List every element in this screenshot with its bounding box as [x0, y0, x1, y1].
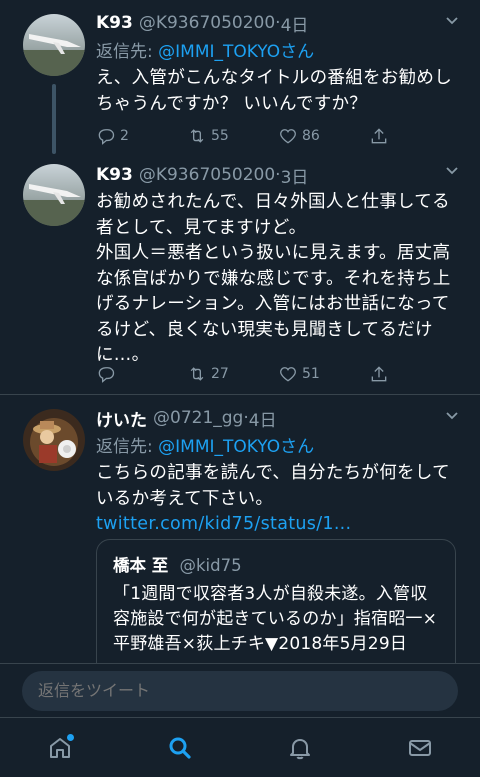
tweet-link[interactable]: twitter.com/kid75/status/1...	[96, 512, 460, 538]
text-line: な係官ばかりで嫌な感じです。それを持ち上	[96, 268, 451, 289]
reply-prefix: 返信先:	[96, 437, 159, 457]
retweet-icon	[190, 129, 204, 143]
chevron-down-icon[interactable]	[444, 407, 460, 423]
heart-icon	[280, 129, 296, 144]
text-line: 者として、見てますけど。	[96, 217, 307, 238]
timestamp[interactable]: 3日	[281, 163, 309, 188]
handle[interactable]: @0721_gg	[153, 408, 243, 428]
timestamp[interactable]: 4日	[281, 11, 309, 36]
share-icon	[371, 366, 387, 382]
handle[interactable]: @K9367050200	[139, 13, 275, 33]
reply-button[interactable]	[96, 364, 187, 384]
notification-dot	[67, 733, 74, 741]
retweet-button[interactable]: 55	[187, 126, 278, 146]
reply-composer	[0, 663, 480, 717]
action-bar: 27 51	[96, 364, 460, 384]
text-line: 「1週間で収容者3人が自殺未遂。入管収	[113, 584, 428, 604]
quoted-tweet-card[interactable]: 橋本 至 @kid75 「1週間で収容者3人が自殺未遂。入管収 容施設で何が起き…	[96, 539, 456, 663]
retweet-icon	[190, 367, 204, 381]
tweet[interactable]: K93 @K9367050200 · 4日 返信先: @IMMI_TOKYOさん…	[0, 0, 480, 158]
text-line: え、入管がこんなタイトルの番組をお勧めし	[96, 68, 452, 88]
text-line: ちゃうんですか？ いいんですか？	[96, 93, 368, 114]
tweet[interactable]: K93 @K9367050200 · 3日 お勧めされたんで、日々外国人と仕事し…	[0, 158, 480, 394]
tab-messages[interactable]	[398, 726, 442, 770]
text-line: いるか考えて下さい。	[96, 488, 274, 509]
tab-search[interactable]	[158, 726, 202, 770]
chevron-down-icon[interactable]	[444, 162, 460, 178]
display-name[interactable]: K93	[96, 165, 133, 185]
reply-icon	[98, 367, 115, 383]
tweet-text: え、入管がこんなタイトルの番組をお勧めし ちゃうんですか？ いいんですか？	[96, 66, 460, 117]
chevron-down-icon[interactable]	[444, 12, 460, 28]
text-line: るけど、良くない現実も見聞きしてるだけ	[96, 319, 433, 340]
text-line: こちらの記事を読んで、自分たちが何をして	[96, 463, 450, 483]
bell-icon	[290, 738, 310, 759]
quoted-text: 「1週間で収容者3人が自殺未遂。入管収 容施設で何が起きているのか」指宿昭一× …	[113, 582, 439, 657]
like-count: 51	[302, 366, 320, 382]
retweet-button[interactable]: 27	[187, 364, 278, 384]
like-button[interactable]: 51	[278, 364, 369, 384]
tweet-text: こちらの記事を読んで、自分たちが何をして いるか考えて下さい。 twitter.…	[96, 461, 460, 538]
timestamp[interactable]: 4日	[249, 406, 277, 431]
tweet[interactable]: けいた @0721_gg · 4日 返信先: @IMMI_TOKYOさん こちら…	[0, 394, 480, 663]
timeline: K93 @K9367050200 · 4日 返信先: @IMMI_TOKYOさん…	[0, 0, 480, 663]
avatar[interactable]	[23, 164, 85, 226]
text-line: 平野雄吾×荻上チキ▼2018年5月29日	[113, 634, 408, 654]
bottom-tab-bar	[0, 717, 480, 777]
like-button[interactable]: 86	[278, 126, 369, 146]
tab-home[interactable]	[38, 726, 82, 770]
like-count: 86	[302, 128, 320, 144]
thread-connector	[52, 84, 56, 154]
text-line: げるナレーション。入管にはお世話になって	[96, 294, 450, 314]
text-line: 外国人＝悪者という扱いに見えます。居丈高	[96, 243, 451, 263]
quoted-display-name: 橋本 至	[113, 556, 169, 575]
retweet-count: 27	[211, 366, 229, 382]
quoted-handle: @kid75	[179, 556, 242, 575]
tweet-text: お勧めされたんで、日々外国人と仕事してる 者として、見てますけど。 外国人＝悪者…	[96, 190, 460, 369]
text-line: お勧めされたんで、日々外国人と仕事してる	[96, 192, 450, 212]
tab-notifications[interactable]	[278, 726, 322, 770]
share-button[interactable]	[369, 364, 460, 384]
mail-icon	[409, 739, 431, 756]
reply-input[interactable]	[22, 671, 458, 711]
share-button[interactable]	[369, 126, 460, 146]
share-icon	[371, 128, 387, 144]
action-bar: 2 55 86	[96, 126, 460, 146]
reply-count: 2	[120, 128, 129, 144]
handle[interactable]: @K9367050200	[139, 165, 275, 185]
heart-icon	[280, 367, 296, 382]
text-line: 容施設で何が起きているのか」指宿昭一×	[113, 609, 438, 629]
reply-icon	[98, 129, 115, 145]
avatar[interactable]	[23, 14, 85, 76]
reply-prefix: 返信先:	[96, 42, 159, 62]
retweet-count: 55	[211, 128, 229, 144]
reply-context: 返信先: @IMMI_TOKYOさん	[96, 435, 460, 459]
search-icon	[169, 737, 191, 759]
reply-mention[interactable]: @IMMI_TOKYOさん	[158, 437, 314, 457]
reply-context: 返信先: @IMMI_TOKYOさん	[96, 40, 460, 64]
reply-mention[interactable]: @IMMI_TOKYOさん	[158, 42, 314, 62]
avatar[interactable]	[23, 409, 85, 471]
display-name[interactable]: K93	[96, 13, 133, 33]
reply-button[interactable]: 2	[96, 126, 187, 146]
display-name[interactable]: けいた	[96, 406, 147, 431]
